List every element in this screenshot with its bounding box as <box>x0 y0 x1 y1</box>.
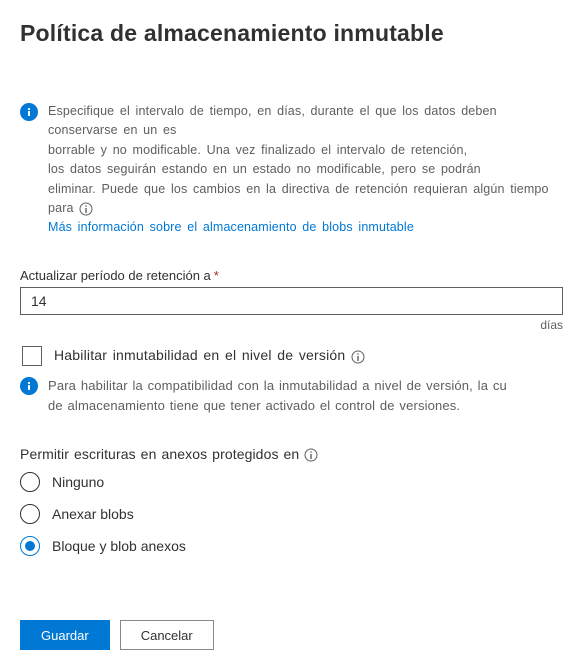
radio-button <box>20 536 40 556</box>
tooltip-icon[interactable] <box>304 448 318 462</box>
info-text-line: los datos seguirán estando en un estado … <box>48 162 481 176</box>
close-button[interactable] <box>531 20 563 52</box>
learn-more-link[interactable]: Más información sobre el almacenamiento … <box>48 220 414 234</box>
retention-label: Actualizar período de retención a * <box>20 268 563 283</box>
cancel-button[interactable]: Cancelar <box>120 620 214 650</box>
save-button[interactable]: Guardar <box>20 620 110 650</box>
radio-label: Ninguno <box>52 474 104 490</box>
radio-button <box>20 472 40 492</box>
version-immutability-label: Habilitar inmutabilidad en el nivel de v… <box>54 347 365 363</box>
retention-input[interactable] <box>20 287 563 315</box>
radio-label: Anexar blobs <box>52 506 134 522</box>
tooltip-icon[interactable] <box>79 202 93 216</box>
radio-option-block-append[interactable]: Bloque y blob anexos <box>20 536 563 556</box>
page-title: Política de almacenamiento inmutable <box>20 20 444 47</box>
retention-unit: días <box>20 318 563 332</box>
tooltip-icon[interactable] <box>351 350 365 364</box>
versioning-info: Para habilitar la compatibilidad con la … <box>20 376 563 416</box>
info-text-line: borrable y no modificable. Una vez final… <box>48 143 467 157</box>
radio-option-append[interactable]: Anexar blobs <box>20 504 563 524</box>
info-text-line: de almacenamiento tiene que tener activa… <box>48 398 460 413</box>
radio-option-none[interactable]: Ninguno <box>20 472 563 492</box>
writes-group-label: Permitir escrituras en anexos protegidos… <box>20 446 563 462</box>
info-text-line: Para habilitar la compatibilidad con la … <box>48 378 507 393</box>
radio-label: Bloque y blob anexos <box>52 538 186 554</box>
info-text-line: eliminar. Puede que los cambios en la di… <box>48 182 549 215</box>
version-immutability-checkbox[interactable] <box>22 346 42 366</box>
info-icon <box>20 103 38 121</box>
retention-info: Especifique el intervalo de tiempo, en d… <box>20 102 563 238</box>
required-indicator: * <box>214 268 219 283</box>
radio-button <box>20 504 40 524</box>
info-icon <box>20 377 38 395</box>
info-text-line: Especifique el intervalo de tiempo, en d… <box>48 104 497 137</box>
